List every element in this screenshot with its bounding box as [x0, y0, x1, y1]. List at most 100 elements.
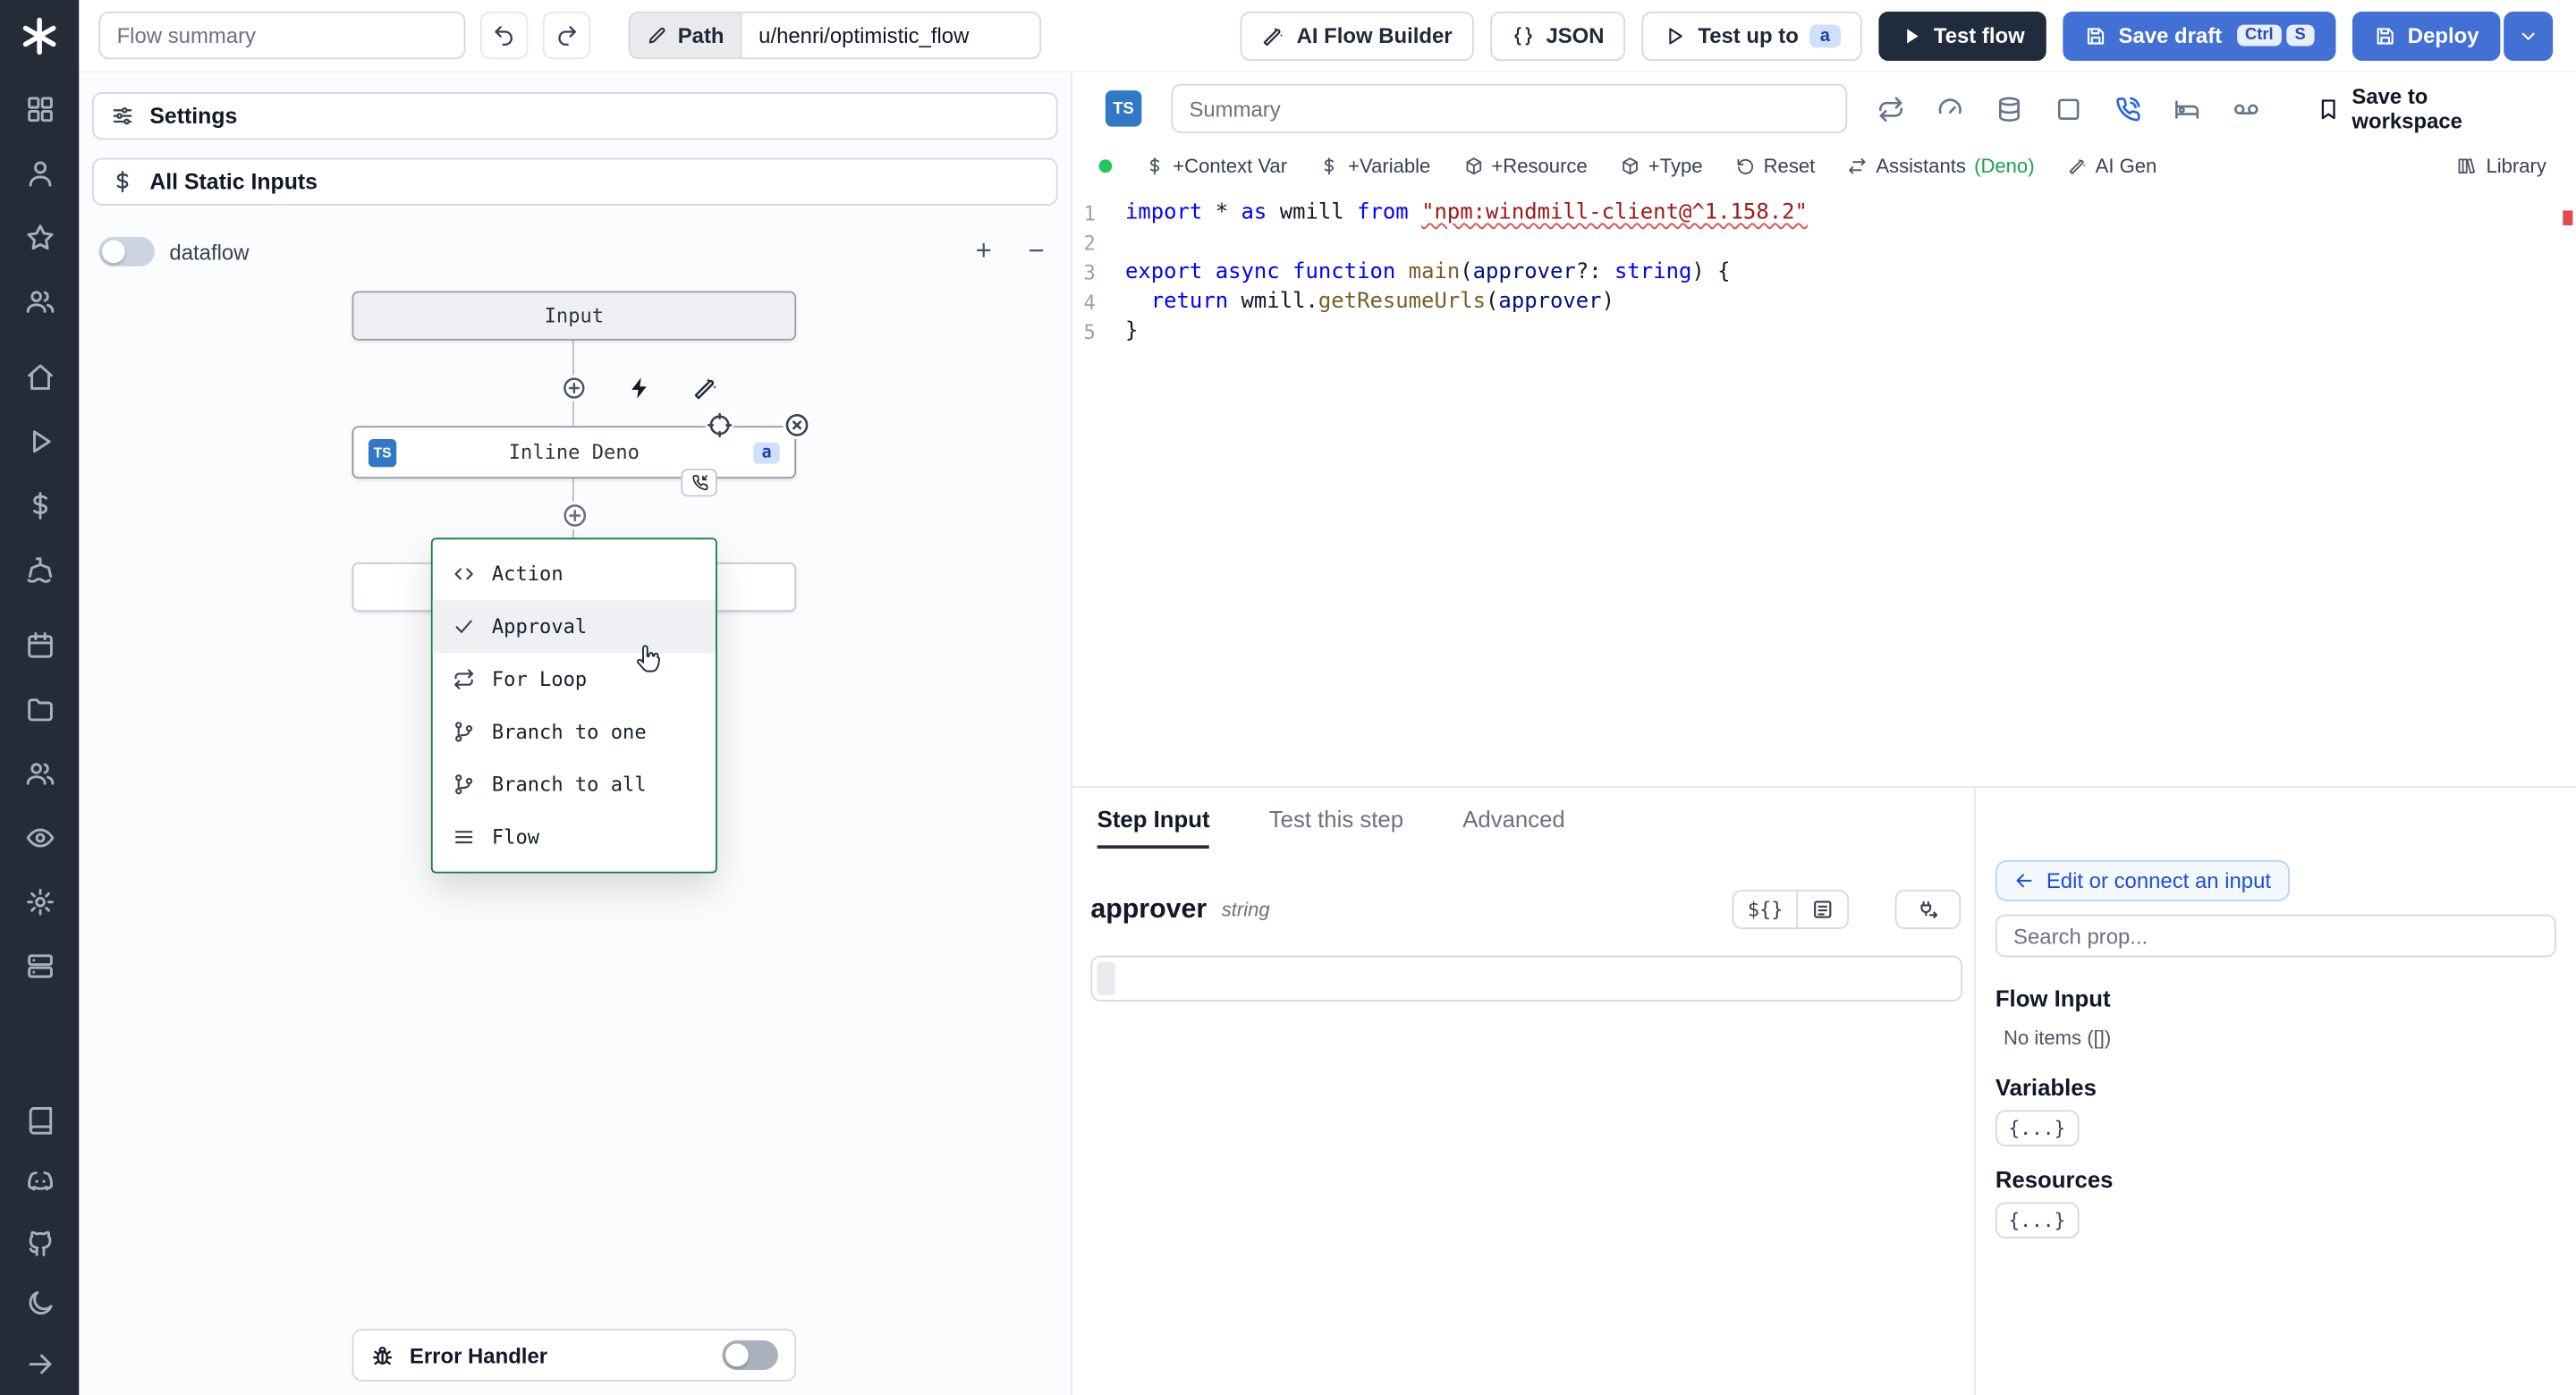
dollar-icon	[110, 169, 135, 194]
add-step-icon[interactable]	[561, 375, 587, 401]
ai-flow-builder-button[interactable]: AI Flow Builder	[1241, 10, 1474, 61]
insert-step-button[interactable]	[561, 501, 589, 530]
undo-button[interactable]	[480, 11, 529, 60]
moon-icon[interactable]	[24, 1288, 55, 1319]
save-to-workspace-button[interactable]: Save to workspace	[2316, 84, 2543, 133]
all-static-inputs-button[interactable]: All Static Inputs	[91, 157, 1058, 206]
phone-call-icon[interactable]	[2114, 95, 2141, 123]
cycle-icon[interactable]	[1877, 95, 1904, 123]
flow-summary-input[interactable]	[98, 11, 466, 60]
edit-connect-input-button[interactable]: Edit or connect an input	[1995, 859, 2290, 901]
voicemail-icon[interactable]	[2232, 95, 2259, 123]
toolbar-ai-gen[interactable]: AI Gen	[2067, 155, 2157, 178]
flow-canvas[interactable]: Settings All Static Inputs dataflow + − …	[79, 72, 1073, 1395]
gear-icon[interactable]	[24, 886, 55, 917]
code-line-text[interactable]: export async function main(approver?: st…	[1125, 258, 1731, 288]
library-button[interactable]: Library	[2456, 155, 2546, 178]
save-draft-button[interactable]: Save draft Ctrl S	[2063, 10, 2335, 61]
windmill-logo[interactable]	[18, 15, 61, 58]
path-button[interactable]: Path	[628, 11, 741, 60]
search-prop-input[interactable]	[1995, 914, 2556, 958]
expression-mode-button[interactable]: ${}	[1733, 889, 1799, 930]
zoom-in-button[interactable]: +	[966, 233, 1002, 269]
save-icon	[2084, 24, 2107, 47]
error-handler-toggle[interactable]	[722, 1340, 778, 1370]
menu-item-for-loop[interactable]: For Loop	[433, 653, 716, 706]
toolbar--resource[interactable]: +Resource	[1463, 155, 1588, 178]
dollar-icon[interactable]	[24, 490, 55, 521]
move-step-icon[interactable]	[705, 410, 734, 440]
toolbar-assistants[interactable]: Assistants (Deno)	[1848, 155, 2035, 178]
test-flow-button[interactable]: Test flow	[1877, 10, 2046, 61]
menu-item-branch-to-one[interactable]: Branch to one	[433, 706, 716, 758]
database-icon[interactable]	[1995, 95, 2022, 123]
tab-step-input[interactable]: Step Input	[1097, 806, 1210, 849]
discord-icon[interactable]	[24, 1166, 55, 1197]
eye-icon[interactable]	[24, 823, 55, 854]
deploy-button[interactable]: Deploy	[2351, 10, 2501, 61]
code-editor[interactable]: 1 import * as wmill from "npm:windmill-cl…	[1072, 199, 2576, 348]
error-handler-node[interactable]: Error Handler	[352, 1328, 797, 1382]
menu-item-approval[interactable]: Approval	[432, 600, 716, 654]
worker-icon[interactable]	[24, 951, 55, 982]
square-icon[interactable]	[2054, 95, 2081, 123]
trigger-icon[interactable]	[627, 375, 653, 401]
github-icon[interactable]	[24, 1227, 55, 1258]
menu-item-action[interactable]: Action	[433, 547, 716, 600]
zoom-out-button[interactable]: −	[1018, 233, 1054, 269]
toolbar--context-var[interactable]: +Context Var	[1145, 155, 1287, 178]
json-button[interactable]: JSON	[1489, 10, 1626, 61]
deploy-dropdown-button[interactable]	[2504, 10, 2554, 61]
tab-test-this-step[interactable]: Test this step	[1269, 806, 1403, 849]
toolbar--type[interactable]: +Type	[1621, 155, 1703, 178]
path-input[interactable]	[740, 11, 1042, 60]
folder-icon[interactable]	[24, 694, 55, 725]
users-icon[interactable]	[24, 758, 55, 790]
toolbar-reset[interactable]: Reset	[1735, 155, 1815, 178]
typescript-badge[interactable]: TS	[1105, 90, 1142, 127]
home-icon[interactable]	[24, 362, 55, 393]
gauge-icon[interactable]	[1936, 95, 1963, 123]
toolbar--variable[interactable]: +Variable	[1320, 155, 1430, 178]
bed-icon[interactable]	[2173, 95, 2200, 123]
user-icon[interactable]	[24, 158, 55, 190]
menu-item-flow[interactable]: Flow	[433, 811, 716, 864]
connect-input-button[interactable]	[1894, 889, 1962, 930]
play-icon[interactable]	[24, 426, 55, 457]
code-line-text[interactable]: }	[1125, 317, 1138, 347]
star-icon[interactable]	[24, 222, 55, 253]
editor-cursor-block	[1097, 961, 1115, 995]
braces-icon	[1512, 24, 1535, 47]
approver-value-input[interactable]	[1090, 955, 1963, 1002]
ai-step-icon[interactable]	[692, 375, 718, 401]
summary-input[interactable]	[1171, 83, 1847, 133]
topbar: Path AI Flow Builder JSON Test up to a T…	[79, 0, 2576, 72]
flow-settings-button[interactable]: Settings	[91, 91, 1058, 140]
form-mode-button[interactable]	[1798, 889, 1850, 930]
delete-step-icon[interactable]	[783, 410, 811, 440]
connector-line	[572, 401, 574, 427]
code-line-text[interactable]: import * as wmill from "npm:windmill-cli…	[1125, 199, 1808, 229]
users-icon[interactable]	[24, 286, 55, 317]
approval-step-badge[interactable]	[681, 469, 717, 497]
calendar-icon[interactable]	[24, 630, 55, 661]
static-inputs-label: All Static Inputs	[149, 169, 318, 195]
code-line-text[interactable]	[1125, 229, 1138, 258]
variables-expand-button[interactable]: {...}	[1995, 1110, 2079, 1146]
menu-item-branch-to-all[interactable]: Branch to all	[433, 758, 716, 811]
flow-node-input[interactable]: Input	[352, 291, 797, 341]
tab-advanced[interactable]: Advanced	[1462, 806, 1565, 849]
dataflow-toggle[interactable]	[98, 236, 155, 266]
ship-icon[interactable]	[24, 554, 55, 586]
arrow-right-icon[interactable]	[24, 1348, 55, 1380]
redo-button[interactable]	[542, 11, 591, 60]
bug-icon	[370, 1343, 395, 1368]
book-icon[interactable]	[24, 1105, 55, 1137]
error-handler-label: Error Handler	[409, 1342, 548, 1368]
resources-expand-button[interactable]: {...}	[1995, 1202, 2079, 1239]
grid-icon[interactable]	[24, 94, 55, 125]
test-up-to-button[interactable]: Test up to a	[1641, 10, 1861, 61]
code-line-text[interactable]: return wmill.getResumeUrls(approver)	[1125, 288, 1614, 317]
line-number: 5	[1083, 320, 1096, 344]
bookmark-icon	[2316, 97, 2341, 122]
